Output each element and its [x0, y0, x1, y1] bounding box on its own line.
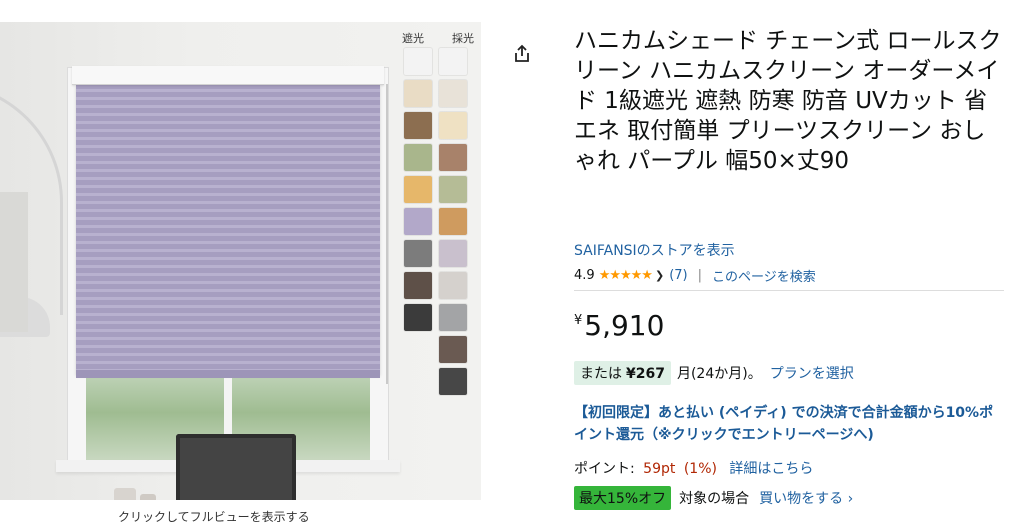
desk-object	[140, 494, 156, 500]
shop-deal-link[interactable]: 買い物をする ›	[759, 488, 853, 508]
deal-badge: 最大15%オフ	[574, 486, 672, 510]
light-swatch-2[interactable]	[439, 80, 467, 107]
installment-badge: または ¥267	[574, 361, 671, 385]
wall-decor	[0, 192, 28, 332]
blackout-swatch-5[interactable]	[404, 176, 432, 203]
points-label: ポイント:	[574, 461, 635, 477]
swatch-column-light	[439, 48, 469, 400]
light-swatch-1[interactable]	[439, 48, 467, 75]
star-rating-icon[interactable]: ★★★★★	[599, 268, 653, 283]
points-percent: (1%)	[683, 461, 717, 477]
select-plan-link[interactable]: プランを選択	[770, 363, 854, 383]
shade-bottom-rail	[76, 370, 380, 378]
light-swatch-6[interactable]	[439, 208, 467, 235]
swatch-header-blackout: 遮光	[402, 32, 424, 45]
light-swatch-3[interactable]	[439, 112, 467, 139]
chevron-down-icon[interactable]: ❯	[655, 269, 664, 282]
light-swatch-9[interactable]	[439, 304, 467, 331]
image-caption[interactable]: クリックしてフルビューを表示する	[118, 508, 310, 525]
installment-term: 月(24か月)。	[676, 366, 762, 382]
light-swatch-8[interactable]	[439, 272, 467, 299]
rating-count-link[interactable]: (7)	[669, 268, 687, 283]
deal-condition: 対象の場合	[679, 491, 750, 507]
currency-symbol: ¥	[574, 313, 583, 328]
light-swatch-10[interactable]	[439, 336, 467, 363]
shade-head-rail	[72, 66, 384, 85]
price: ¥ 5,910	[574, 309, 664, 343]
rating-value: 4.9	[574, 268, 595, 283]
light-swatch-5[interactable]	[439, 176, 467, 203]
search-page-link[interactable]: このページを検索	[712, 266, 816, 285]
paidy-promo-link[interactable]: 【初回限定】あと払い (ペイディ) での決済で合計金額から10%ポイント還元（※…	[574, 402, 1004, 446]
blackout-swatch-6[interactable]	[404, 208, 432, 235]
swatch-header-light: 採光	[452, 32, 474, 45]
blackout-swatch-1[interactable]	[404, 48, 432, 75]
separator: |	[697, 268, 702, 283]
blackout-swatch-2[interactable]	[404, 80, 432, 107]
honeycomb-shade	[76, 84, 380, 374]
swatch-column-blackout	[404, 48, 434, 336]
divider	[574, 290, 1004, 291]
blackout-swatch-4[interactable]	[404, 144, 432, 171]
blackout-swatch-8[interactable]	[404, 272, 432, 299]
rating-row: 4.9 ★★★★★ ❯ (7) | このページを検索	[574, 266, 816, 285]
light-swatch-7[interactable]	[439, 240, 467, 267]
blackout-swatch-9[interactable]	[404, 304, 432, 331]
swatch-headers: 遮光 採光	[402, 30, 474, 46]
deal-row: 最大15%オフ 対象の場合 買い物をする ›	[574, 486, 853, 510]
desk-object	[114, 488, 136, 500]
product-title: ハニカムシェード チェーン式 ロールスクリーン ハニカムスクリーン オーダーメイ…	[574, 28, 1002, 174]
points-row: ポイント: 59pt (1%) 詳細はこちら	[574, 458, 813, 478]
blackout-swatch-7[interactable]	[404, 240, 432, 267]
store-link[interactable]: SAIFANSIのストアを表示	[574, 240, 735, 260]
installment-row: または ¥267 月(24か月)。 プランを選択	[574, 361, 854, 385]
installment-amount: ¥267	[626, 366, 665, 382]
share-icon[interactable]	[512, 44, 532, 64]
blackout-swatch-3[interactable]	[404, 112, 432, 139]
points-details-link[interactable]: 詳細はこちら	[729, 461, 813, 477]
pull-chain	[386, 84, 388, 384]
installment-prefix: または	[580, 366, 622, 382]
points-value: 59pt	[643, 461, 676, 477]
price-value: 5,910	[584, 309, 665, 342]
light-swatch-11[interactable]	[439, 368, 467, 395]
light-swatch-4[interactable]	[439, 144, 467, 171]
desk-monitor	[176, 434, 296, 500]
